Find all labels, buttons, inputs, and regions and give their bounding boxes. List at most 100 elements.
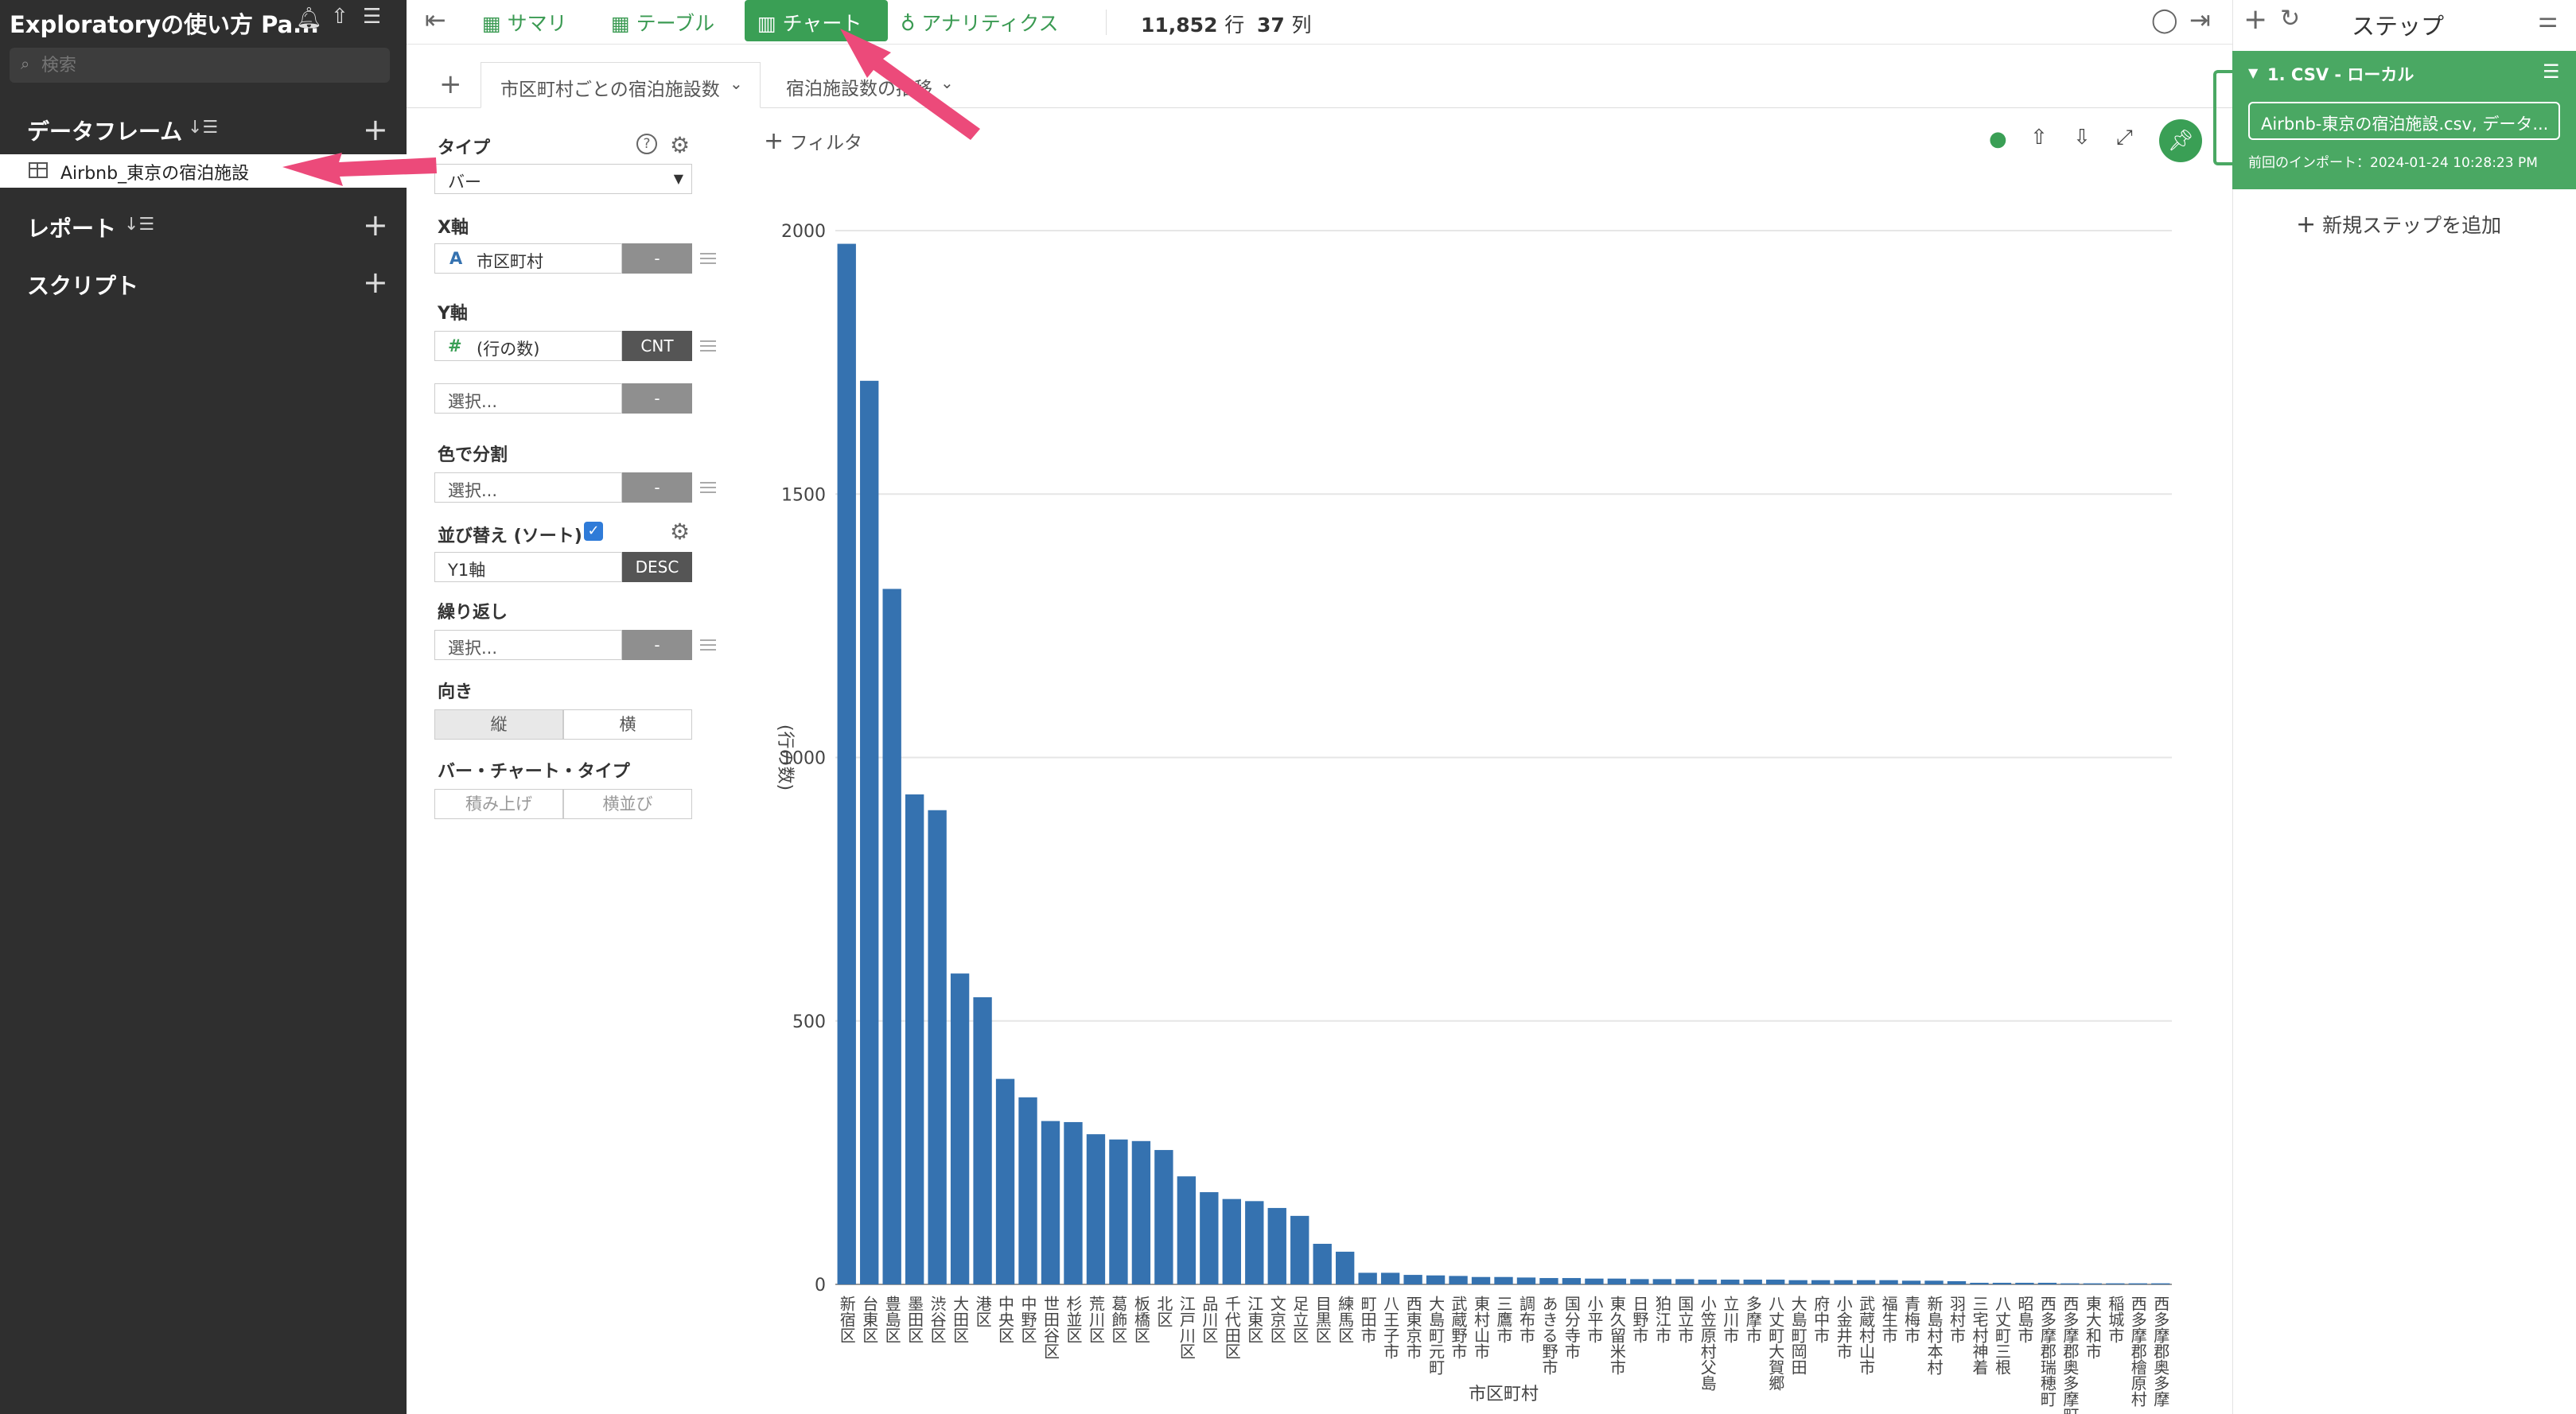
bar[interactable]	[1970, 1283, 1989, 1284]
bar[interactable]	[1630, 1279, 1649, 1284]
x-axis-field[interactable]: A 市区町村	[434, 243, 622, 274]
bar[interactable]	[950, 973, 970, 1284]
bar[interactable]	[1154, 1150, 1173, 1284]
bar[interactable]	[1992, 1283, 2012, 1284]
step-menu-icon[interactable]: ☰	[2543, 60, 2560, 83]
bar[interactable]	[1245, 1201, 1264, 1284]
bar[interactable]	[1834, 1280, 1853, 1284]
x-axis-menu-icon[interactable]	[700, 253, 716, 264]
bar[interactable]	[1562, 1278, 1582, 1284]
section-script[interactable]: スクリプト	[27, 269, 138, 301]
bar[interactable]	[1607, 1278, 1627, 1284]
bar[interactable]	[2037, 1283, 2057, 1284]
search-input[interactable]	[41, 51, 376, 80]
pin-icon[interactable]: 📌︎	[2159, 119, 2202, 162]
tab-analytics[interactable]: ♁ アナリティクス	[901, 8, 1059, 37]
expand-icon[interactable]: ⤢	[2116, 126, 2133, 150]
dataframe-item[interactable]: Airbnb_東京の宿泊施設	[0, 154, 407, 188]
repeat-field[interactable]: 選択...	[434, 630, 622, 660]
collapse-sidebar-icon[interactable]: ⇤	[425, 5, 446, 35]
bar[interactable]	[860, 380, 879, 1284]
bar[interactable]	[1856, 1280, 1876, 1284]
bar[interactable]	[1267, 1207, 1286, 1284]
bar[interactable]	[1426, 1275, 1446, 1284]
help-icon[interactable]: ?	[636, 134, 657, 154]
bar[interactable]	[1018, 1097, 1037, 1284]
gear-icon[interactable]: ⚙	[670, 132, 690, 158]
download-icon[interactable]: ⇩	[2073, 126, 2091, 150]
sort-icon[interactable]: ↓☰	[188, 118, 218, 138]
bar[interactable]	[1064, 1121, 1083, 1284]
repeat-menu-icon[interactable]	[700, 639, 716, 651]
color-aggregate-button[interactable]: -	[622, 472, 692, 503]
bar-stacked-button[interactable]: 積み上げ	[434, 789, 563, 819]
sort-field[interactable]: Y1軸	[434, 552, 622, 582]
collapse-right-icon[interactable]: ⇥	[2189, 5, 2211, 35]
bar[interactable]	[1041, 1121, 1060, 1284]
bar[interactable]	[1879, 1280, 1898, 1284]
y2-axis-aggregate-button[interactable]: -	[622, 383, 692, 414]
bar[interactable]	[1200, 1192, 1219, 1284]
bar[interactable]	[1471, 1276, 1491, 1284]
color-field[interactable]: 選択...	[434, 472, 622, 503]
caret-down-icon[interactable]: ▼	[2248, 65, 2258, 80]
step-1-source[interactable]: Airbnb-東京の宿泊施設.csv, データ...	[2248, 102, 2560, 140]
y2-axis-field[interactable]: 選択...	[434, 383, 622, 414]
add-report-icon[interactable]: +	[363, 210, 388, 240]
bar[interactable]	[1313, 1243, 1332, 1284]
bar[interactable]	[837, 243, 856, 1284]
bar[interactable]	[1109, 1139, 1128, 1284]
bar[interactable]	[1380, 1272, 1400, 1284]
menu-icon[interactable]: ☰	[363, 5, 381, 29]
refresh-icon[interactable]: ↻	[2280, 5, 2300, 33]
add-filter[interactable]: + フィルタ	[764, 127, 862, 155]
add-script-icon[interactable]: +	[363, 267, 388, 297]
x-axis-aggregate-button[interactable]: -	[622, 243, 692, 274]
bar[interactable]	[882, 589, 901, 1285]
orientation-horizontal-button[interactable]: 横	[563, 709, 692, 740]
chart-tab-active[interactable]: 市区町村ごとの宿泊施設数 ⌄	[481, 62, 761, 108]
comment-icon[interactable]: ◯	[2151, 6, 2178, 34]
search-box[interactable]: ⌕	[10, 48, 390, 83]
color-menu-icon[interactable]	[700, 482, 716, 493]
gear-icon[interactable]: ⚙	[670, 519, 690, 545]
upload-icon[interactable]: ⇧	[2030, 126, 2048, 150]
bar[interactable]	[1336, 1251, 1355, 1284]
tab-chart[interactable]: ▥ チャート	[745, 0, 888, 41]
bar[interactable]	[1924, 1280, 1944, 1284]
bar[interactable]	[1811, 1280, 1831, 1284]
chat-icon[interactable]: ●	[1989, 127, 2007, 151]
orientation-vertical-button[interactable]: 縦	[434, 709, 563, 740]
sort-checkbox[interactable]: ✓	[584, 522, 603, 541]
repeat-aggregate-button[interactable]: -	[622, 630, 692, 660]
add-dataframe-icon[interactable]: +	[363, 115, 388, 145]
bar[interactable]	[1086, 1134, 1106, 1284]
tab-summary[interactable]: ▦ サマリ	[482, 8, 567, 37]
bar[interactable]	[928, 810, 947, 1284]
bar-side-button[interactable]: 横並び	[563, 789, 692, 819]
sort-icon[interactable]: ↓☰	[124, 215, 154, 235]
add-step-button[interactable]: + 新規ステップを追加	[2296, 210, 2501, 239]
bar[interactable]	[2015, 1283, 2034, 1284]
add-step-plus-icon[interactable]: +	[2243, 3, 2267, 36]
bar[interactable]	[1539, 1278, 1558, 1284]
settings-sliders-icon[interactable]: ⚌	[2538, 6, 2558, 33]
bar[interactable]	[995, 1078, 1015, 1284]
project-title[interactable]: Exploratoryの使い方 Pa...	[10, 6, 319, 40]
bar[interactable]	[1131, 1140, 1151, 1284]
chart-tab-second[interactable]: 宿泊施設数の推移 ⌄	[765, 62, 964, 108]
bar[interactable]	[1177, 1176, 1197, 1284]
bar[interactable]	[1947, 1281, 1967, 1284]
y-axis-field[interactable]: # (行の数)	[434, 331, 622, 361]
bar[interactable]	[1494, 1276, 1513, 1284]
bar[interactable]	[1698, 1280, 1717, 1284]
section-report[interactable]: レポート	[27, 212, 116, 243]
y-axis-menu-icon[interactable]	[700, 340, 716, 352]
bar[interactable]	[1449, 1276, 1468, 1284]
bar[interactable]	[1721, 1280, 1740, 1284]
bar[interactable]	[1403, 1275, 1422, 1284]
section-dataframe[interactable]: データフレーム	[27, 115, 182, 146]
bar[interactable]	[1358, 1272, 1377, 1284]
upload-icon[interactable]: ⇧	[331, 5, 348, 29]
tab-table[interactable]: ▦ テーブル	[611, 8, 714, 37]
